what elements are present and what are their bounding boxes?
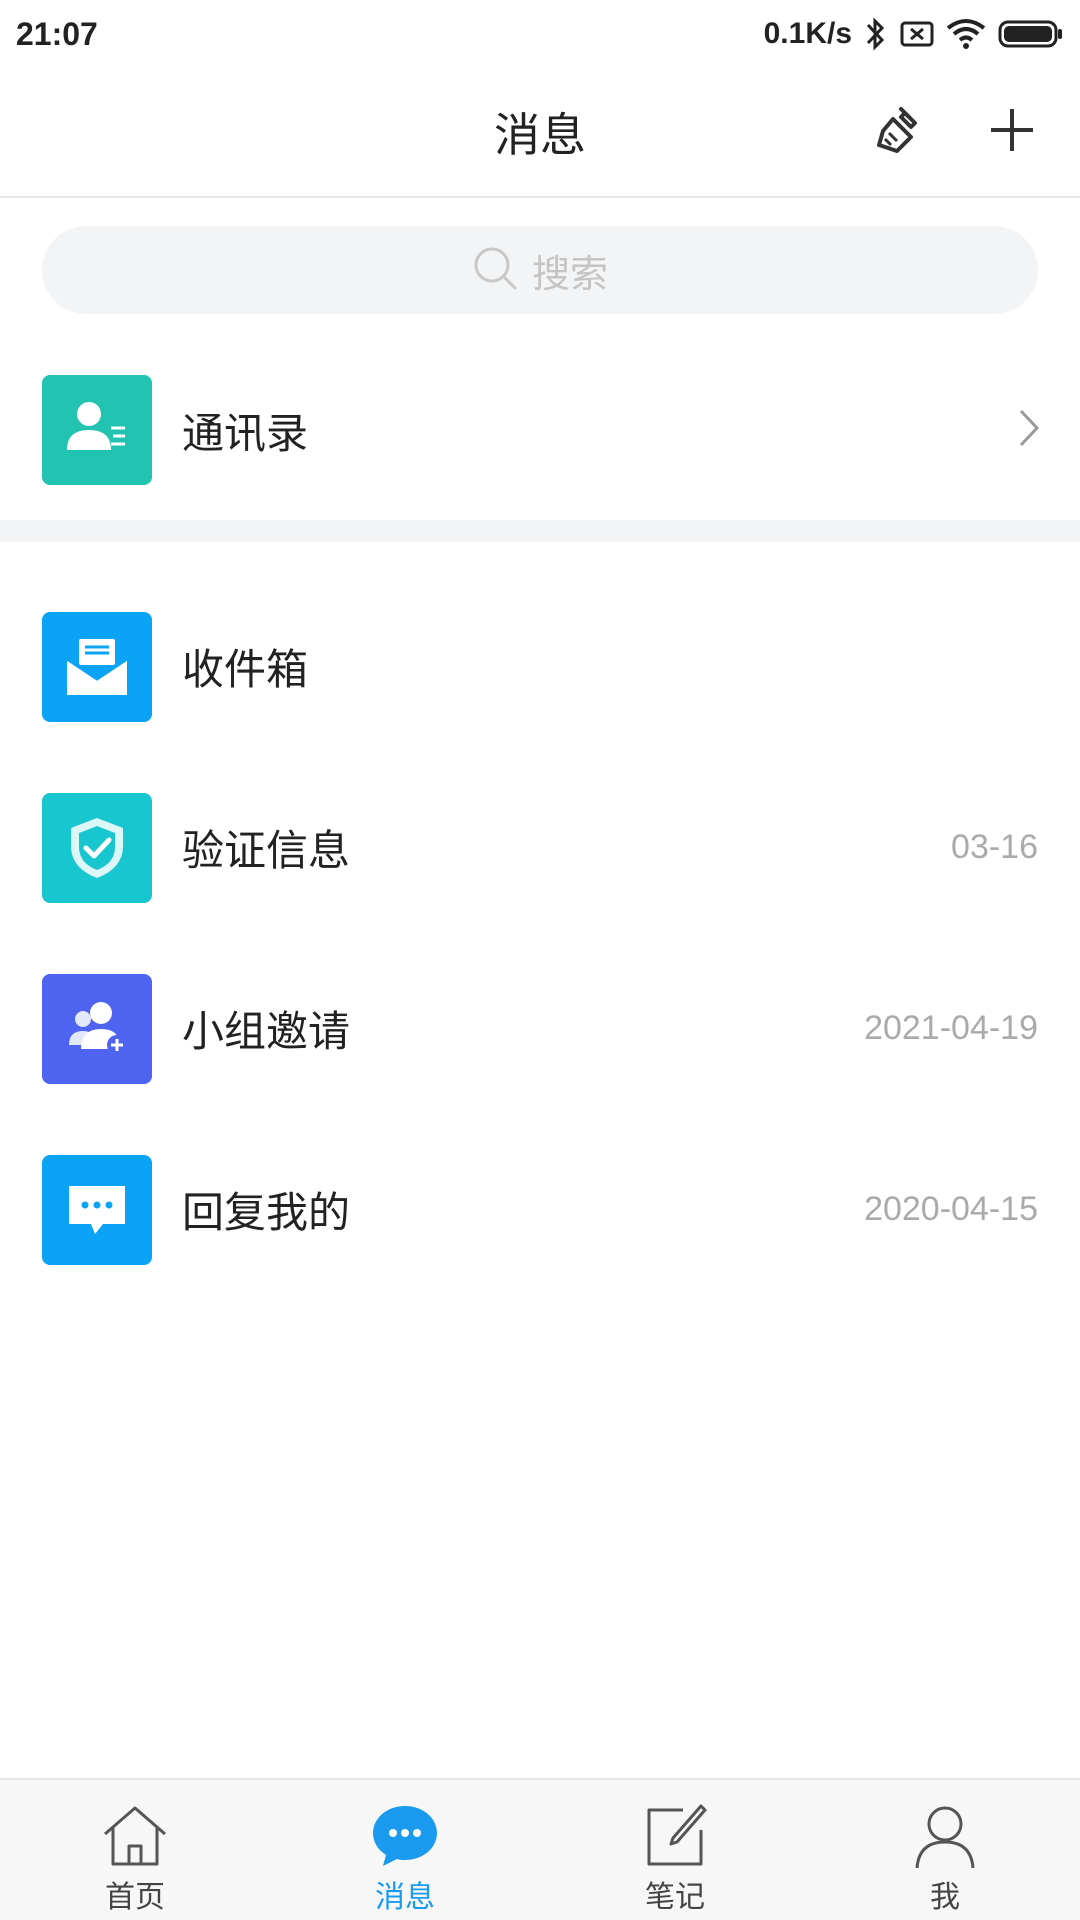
sim-none-icon <box>900 20 934 48</box>
group-add-icon <box>42 973 152 1084</box>
list-item-label: 收件箱 <box>182 645 309 694</box>
broom-clean-icon <box>871 103 925 161</box>
status-bar: 21:07 0.1K/s <box>0 0 1080 68</box>
list-item-date: 2020-04-15 <box>864 1190 1038 1228</box>
chevron-right-icon <box>1018 408 1040 452</box>
add-button[interactable] <box>980 100 1044 164</box>
list-item-inbox[interactable]: 收件箱 <box>0 576 1080 757</box>
network-speed: 0.1K/s <box>763 17 852 50</box>
plus-icon <box>987 105 1037 159</box>
tab-home[interactable]: 首页 <box>0 1780 270 1920</box>
section-divider <box>0 520 1080 542</box>
header-actions <box>866 100 1044 164</box>
tab-me[interactable]: 我 <box>810 1780 1080 1920</box>
contacts-label: 通讯录 <box>182 408 309 458</box>
list-item-group-invite[interactable]: 小组邀请 2021-04-19 <box>0 938 1080 1119</box>
home-icon <box>99 1800 171 1872</box>
contacts-row[interactable]: 通讯录 <box>0 374 1080 486</box>
message-list: 收件箱 验证信息 03-16 小组邀请 2021-04-19 回复我的 2020… <box>0 576 1080 1300</box>
search-bar[interactable]: 搜索 <box>42 226 1038 314</box>
clear-unread-button[interactable] <box>866 100 930 164</box>
top-bar: 消息 <box>0 68 1080 198</box>
list-item-verification[interactable]: 验证信息 03-16 <box>0 757 1080 938</box>
mail-open-icon <box>42 611 152 722</box>
edit-note-icon <box>639 1800 711 1872</box>
shield-check-icon <box>42 792 152 903</box>
person-icon <box>909 1800 981 1872</box>
list-item-date: 03-16 <box>951 828 1038 866</box>
page-title: 消息 <box>494 108 586 162</box>
status-icons: 0.1K/s <box>764 16 1064 52</box>
tab-label: 首页 <box>105 1880 165 1915</box>
message-icon <box>369 1800 441 1872</box>
contact-card-icon <box>42 375 152 485</box>
bluetooth-icon <box>864 16 888 52</box>
battery-icon <box>998 19 1064 49</box>
search-placeholder: 搜索 <box>531 251 608 296</box>
wifi-icon <box>946 18 986 50</box>
list-item-label: 小组邀请 <box>182 1007 351 1056</box>
tab-label: 消息 <box>375 1880 435 1915</box>
tab-label: 我 <box>930 1880 960 1915</box>
list-item-date: 2021-04-19 <box>864 1009 1038 1047</box>
bottom-tab-bar: 首页 消息 笔记 我 <box>0 1778 1080 1920</box>
chat-bubble-icon <box>42 1154 152 1265</box>
tab-label: 笔记 <box>645 1880 705 1915</box>
list-item-replies[interactable]: 回复我的 2020-04-15 <box>0 1119 1080 1300</box>
search-icon <box>472 245 518 295</box>
list-item-label: 验证信息 <box>182 826 351 875</box>
list-item-label: 回复我的 <box>182 1188 351 1237</box>
tab-notes[interactable]: 笔记 <box>540 1780 810 1920</box>
status-time: 21:07 <box>16 15 98 52</box>
tab-messages[interactable]: 消息 <box>270 1780 540 1920</box>
